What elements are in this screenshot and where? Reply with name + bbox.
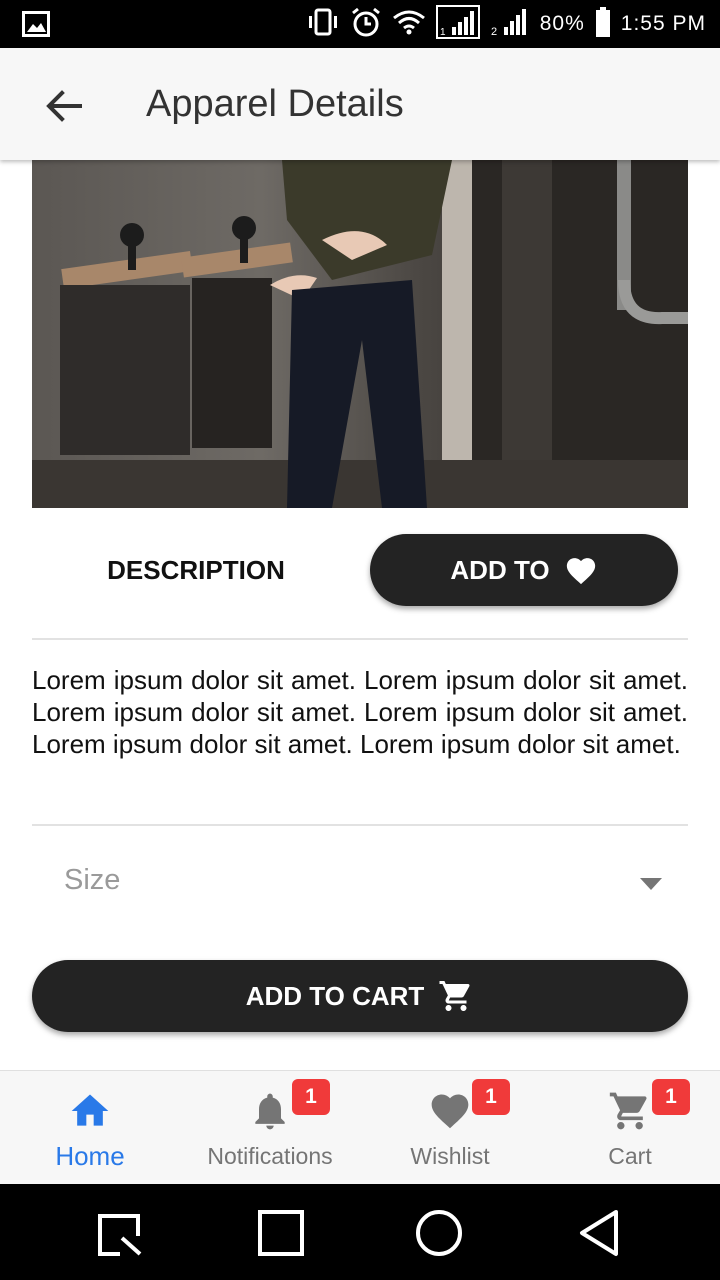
status-bar: 1 2 80% 1:55 PM: [0, 0, 720, 48]
product-tabs: DESCRIPTION ADD TO: [32, 534, 688, 606]
home-icon: [71, 1094, 109, 1126]
alarm-icon: [350, 6, 382, 43]
heart-icon: [566, 558, 595, 585]
arrow-back-icon: [46, 90, 82, 122]
dropdown-arrow-icon: [640, 878, 662, 890]
battery-icon: [595, 6, 611, 42]
nav-label-notifications: Notifications: [207, 1143, 333, 1169]
size-placeholder: Size: [64, 864, 121, 896]
divider-top: [32, 638, 688, 640]
signal-1-icon: 1: [435, 4, 480, 44]
page-title: Apparel Details: [146, 83, 404, 125]
nav-label-wishlist: Wishlist: [410, 1143, 490, 1169]
cart-icon: [439, 981, 470, 1011]
product-image: [32, 160, 688, 508]
add-to-cart-label: ADD TO CART: [245, 980, 425, 1011]
gallery-icon: [22, 11, 50, 42]
nav-item-wishlist[interactable]: 1 Wishlist: [360, 1071, 540, 1185]
nav-label-home: Home: [55, 1141, 125, 1171]
heart-icon: [431, 1094, 469, 1129]
tab-description[interactable]: DESCRIPTION: [32, 534, 360, 606]
divider-bottom: [32, 824, 688, 826]
bell-icon: [255, 1093, 285, 1130]
home-circle-icon[interactable]: [414, 1208, 464, 1258]
app-bar: Apparel Details: [0, 48, 720, 160]
nav-item-home[interactable]: Home: [0, 1071, 180, 1185]
clock-time: 1:55 PM: [620, 12, 706, 35]
recents-search-icon[interactable]: [96, 1208, 146, 1258]
svg-text:2: 2: [491, 26, 497, 37]
overview-square-icon[interactable]: [256, 1208, 306, 1258]
nav-item-cart[interactable]: 1 Cart: [540, 1071, 720, 1185]
add-to-label: ADD TO: [450, 554, 550, 585]
nav-item-notifications[interactable]: 1 Notifications: [180, 1071, 360, 1185]
size-dropdown[interactable]: Size: [32, 852, 688, 916]
signal-2-icon: 2: [490, 7, 530, 42]
vibrate-icon: [306, 8, 340, 41]
cart-badge: 1: [652, 1079, 690, 1115]
battery-percent: 80%: [539, 12, 585, 35]
add-to-cart-button[interactable]: ADD TO CART: [32, 960, 688, 1032]
back-triangle-icon[interactable]: [576, 1208, 626, 1258]
back-button[interactable]: [40, 82, 88, 130]
notifications-badge: 1: [292, 1079, 330, 1115]
add-to-wishlist-button[interactable]: ADD TO: [370, 534, 678, 606]
system-navigation-bar: [0, 1184, 720, 1280]
wifi-icon: [392, 9, 426, 40]
wishlist-badge: 1: [472, 1079, 510, 1115]
bottom-navigation: Home 1 Notifications 1 Wishlist 1 Cart: [0, 1070, 720, 1185]
nav-label-cart: Cart: [608, 1143, 652, 1169]
product-description: Lorem ipsum dolor sit amet. Lorem ipsum …: [32, 665, 688, 759]
cart-icon: [609, 1092, 647, 1130]
svg-text:1: 1: [440, 27, 446, 38]
